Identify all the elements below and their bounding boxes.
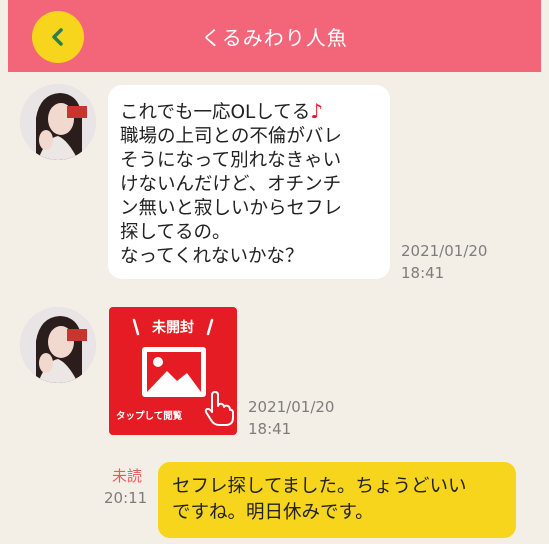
pointing-hand-icon [204,391,234,426]
unread-status: 未読 [112,467,143,485]
avatar[interactable] [20,307,96,383]
message-timestamp: 2021/01/20 18:41 [401,242,488,282]
chat-header: くるみわり人魚 [8,0,541,72]
message-bubble: これでも一応OLしてる♪ 職場の上司との不倫がバレ そうになって別れなきゃい け… [108,85,390,279]
avatar[interactable] [20,84,96,160]
tap-to-view-label: タップして閲覧 [116,411,183,422]
unopened-badge: 未開封 [152,320,194,336]
locked-image-message[interactable]: 未開封 タップして閲覧 [109,307,237,435]
chat-partner-name: くるみわり人魚 [201,26,348,50]
music-note-icon: ♪ [310,99,324,123]
message-text-continued: 職場の上司との不倫がバレ そうになって別れなきゃい けないんだけど、オチンチ ン… [120,126,343,267]
message-timestamp: 2021/01/20 18:41 [248,398,335,438]
message-text: これでも一応OLしてる [120,102,311,123]
reply-bubble: セフレ探してました。ちょうどいい ですね。明日休みです。 [158,462,516,538]
sent-time: 20:11 [104,489,148,507]
